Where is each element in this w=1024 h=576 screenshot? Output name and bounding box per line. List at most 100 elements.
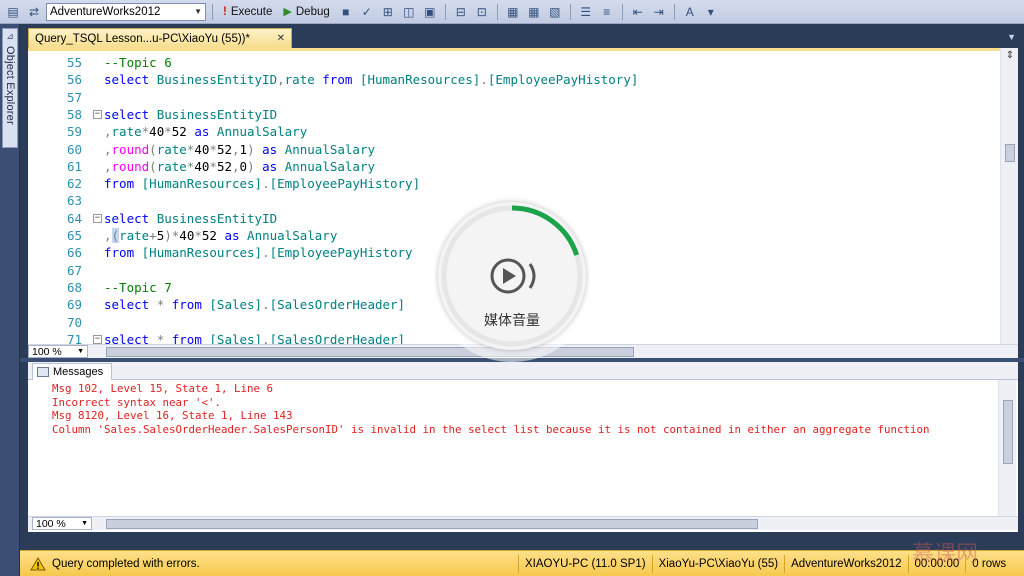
messages-tab-label: Messages [53,366,104,378]
collapse-icon[interactable]: − [93,109,102,119]
editor-zoom-select[interactable]: 100 % ▼ [28,345,88,358]
splitter-icon[interactable]: ⇕ [1003,50,1017,64]
code-token: * [156,297,172,313]
code-line[interactable]: 58 − select BusinessEntityID [28,106,1000,123]
toolbar-options-icon[interactable]: ▾ [702,3,720,21]
code-line[interactable]: 57 [28,89,1000,106]
code-token: BusinessEntityID [156,106,278,122]
code-token: ( [149,158,157,174]
status-bar: Query completed with errors. XIAOYU-PC (… [20,550,1024,576]
tab-title: Query_TSQL Lesson...u-PC\XiaoYu (55))* [35,32,250,45]
outline-margin [86,158,104,175]
outline-margin [86,175,104,192]
toolbar-separator [444,3,446,20]
toolbar-separator [496,3,498,20]
specify-values-icon[interactable]: A [681,3,699,21]
messages-scroll-thumb[interactable] [1003,400,1013,464]
line-number: 63 [66,193,82,209]
code-token: as [262,158,285,174]
results-to-text-icon[interactable]: ▦ [504,3,522,21]
code-token: * [209,141,217,157]
tab-list-dropdown-icon[interactable]: ▼ [1007,32,1016,42]
code-token: 52 [216,141,232,157]
execute-button[interactable]: ! Execute [219,3,276,21]
messages-vertical-scrollbar[interactable] [998,380,1016,516]
ssms-window: ▤ ⇄ AdventureWorks2012 ▼ ! Execute ▶ Deb… [0,0,1024,576]
code-token: select [104,72,157,88]
chevron-down-icon: ▼ [77,348,84,355]
code-token: ) [164,228,172,243]
object-explorer-tab[interactable]: ⊿ Object Explorer [2,28,18,148]
code-line[interactable]: 59 ,rate*40*52 as AnnualSalary [28,123,1000,140]
outline-margin [86,279,104,296]
results-to-file-icon[interactable]: ▧ [546,3,564,21]
comment-out-icon[interactable]: ☰ [577,3,595,21]
chevron-down-icon: ▼ [81,520,88,527]
decrease-indent-icon[interactable]: ⇤ [629,3,647,21]
tab-query-document[interactable]: Query_TSQL Lesson...u-PC\XiaoYu (55))* ✕ [28,28,292,48]
debug-button[interactable]: ▶ Debug [279,3,333,21]
collapse-icon[interactable]: − [93,334,102,344]
uncomment-icon[interactable]: ≡ [598,3,616,21]
code-line[interactable]: 60 ,round(rate*40*52,1) as AnnualSalary [28,141,1000,158]
code-line[interactable]: 61 ,round(rate*40*52,0) as AnnualSalary [28,158,1000,175]
code-token: as [194,124,217,140]
outline-margin [86,141,104,158]
code-token: 52 [171,124,195,140]
code-token: rate [156,158,187,174]
outline-margin [86,89,104,106]
close-icon[interactable]: ✕ [277,33,285,44]
code-token: . [262,331,270,344]
code-text: --Topic 6 [104,55,172,70]
execute-label: Execute [230,5,273,18]
code-token: as [224,228,248,243]
line-number: 60 [66,141,82,157]
code-token: * [156,331,172,344]
code-token: BusinessEntityID [156,72,278,88]
code-text: select * from [Sales].[SalesOrderHeader] [104,297,405,312]
code-token: rate [119,228,150,243]
code-token: [SalesOrderHeader] [269,331,406,344]
change-connection-icon[interactable]: ⇄ [25,3,43,21]
code-text: ,(rate+5)*40*52 as AnnualSalary [104,228,337,243]
results-to-grid-icon[interactable]: ▦ [525,3,543,21]
editor-vertical-scrollbar[interactable]: ⇕ [1000,48,1018,344]
database-select[interactable]: AdventureWorks2012 ▼ [46,2,206,21]
line-number: 66 [66,245,82,261]
collapse-icon[interactable]: − [93,213,102,223]
cancel-query-icon[interactable]: ■ [337,3,355,21]
messages-zoom-select[interactable]: 100 % ▼ [32,517,92,530]
include-plan-icon[interactable]: ⊟ [452,3,470,21]
code-line[interactable]: 55 --Topic 6 [28,54,1000,71]
query-designer-icon[interactable]: ◫ [400,3,418,21]
code-token: * [209,158,217,174]
object-explorer-toggle-icon[interactable]: ▤ [4,3,22,21]
parse-icon[interactable]: ✓ [358,3,376,21]
code-line[interactable]: 56 select BusinessEntityID,rate from [Hum… [28,71,1000,88]
code-text: select BusinessEntityID [104,107,277,122]
messages-hscroll-thumb[interactable] [106,519,758,529]
code-token: [EmployeePayHistory] [487,72,639,88]
code-token: 40 [194,158,210,174]
status-database: AdventureWorks2012 [784,554,907,573]
status-message: Query completed with errors. [52,557,200,570]
code-text: ,rate*40*52 as AnnualSalary [104,124,307,139]
code-token: select [104,106,157,122]
code-token: [EmployeePayHistory [269,245,413,261]
display-plan-icon[interactable]: ⊞ [379,3,397,21]
debug-label: Debug [295,5,330,18]
code-token: , [232,158,240,174]
editor-scroll-thumb[interactable] [1005,144,1015,162]
analyze-query-icon[interactable]: ▣ [421,3,439,21]
messages-pane: Messages Msg 102, Level 15, State 1, Lin… [28,362,1018,532]
code-token: ( [149,141,157,157]
tab-messages[interactable]: Messages [32,363,112,380]
code-token: + [149,228,157,243]
client-stats-icon[interactable]: ⊡ [473,3,491,21]
volume-dial[interactable]: 媒体音量 [438,202,586,350]
code-token: * [194,228,202,243]
code-token: rate [111,124,142,140]
code-token: ) [247,141,263,157]
code-token: from [171,297,210,313]
increase-indent-icon[interactable]: ⇥ [650,3,668,21]
